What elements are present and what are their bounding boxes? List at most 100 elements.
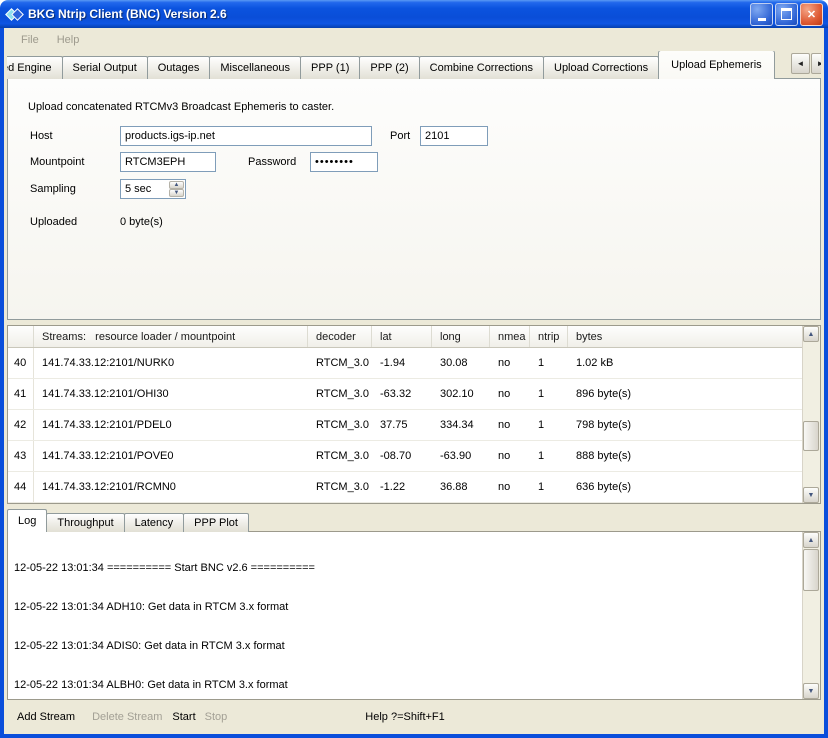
titlebar[interactable]: BKG Ntrip Client (BNC) Version 2.6 ✕ bbox=[0, 0, 828, 28]
minimize-button[interactable] bbox=[750, 3, 773, 26]
app-window: BKG Ntrip Client (BNC) Version 2.6 ✕ Fil… bbox=[0, 0, 828, 738]
password-input[interactable] bbox=[310, 152, 378, 172]
scrollbar-thumb[interactable] bbox=[803, 421, 819, 451]
sampling-label: Sampling bbox=[30, 183, 76, 195]
header-nmea[interactable]: nmea bbox=[490, 326, 530, 347]
tab-upload-corrections[interactable]: Upload Corrections bbox=[543, 56, 659, 79]
menu-file[interactable]: File bbox=[12, 32, 48, 48]
log-line: 12-05-22 13:01:34 ADIS0: Get data in RTC… bbox=[14, 640, 796, 653]
row-mountpoint: 141.74.33.12:2101/NURK0 bbox=[34, 348, 308, 378]
row-nmea: no bbox=[490, 410, 530, 440]
spin-up-icon: ▲ bbox=[174, 182, 180, 188]
tab-scroll-right-button[interactable]: ► bbox=[811, 53, 821, 74]
header-gutter bbox=[8, 326, 34, 347]
row-decoder: RTCM_3.0 bbox=[308, 472, 372, 502]
row-mountpoint: 141.74.33.12:2101/PDEL0 bbox=[34, 410, 308, 440]
menu-help[interactable]: Help bbox=[48, 32, 89, 48]
scroll-up-icon: ▲ bbox=[808, 331, 815, 338]
host-input[interactable] bbox=[120, 126, 372, 146]
stream-row[interactable]: 42 141.74.33.12:2101/PDEL0 RTCM_3.0 37.7… bbox=[8, 410, 803, 441]
row-long: 334.34 bbox=[432, 410, 490, 440]
tab-upload-ephemeris[interactable]: Upload Ephemeris bbox=[658, 51, 775, 79]
row-index: 43 bbox=[8, 441, 34, 471]
delete-stream-button[interactable]: Delete Stream bbox=[92, 711, 162, 723]
header-ntrip[interactable]: ntrip bbox=[530, 326, 568, 347]
close-button[interactable]: ✕ bbox=[800, 3, 823, 26]
stream-row[interactable]: 40 141.74.33.12:2101/NURK0 RTCM_3.0 -1.9… bbox=[8, 348, 803, 379]
uploaded-label: Uploaded bbox=[30, 216, 77, 228]
tab-log[interactable]: Log bbox=[7, 509, 47, 532]
scroll-down-button[interactable]: ▼ bbox=[803, 683, 819, 699]
port-input[interactable] bbox=[420, 126, 488, 146]
log-scrollbar[interactable]: ▲ ▼ bbox=[802, 532, 820, 699]
upload-ephemeris-panel: Upload concatenated RTCMv3 Broadcast Eph… bbox=[7, 78, 821, 320]
port-label: Port bbox=[390, 130, 410, 142]
row-decoder: RTCM_3.0 bbox=[308, 348, 372, 378]
header-mountpoint[interactable]: Streams: resource loader / mountpoint bbox=[34, 326, 308, 347]
tab-latency[interactable]: Latency bbox=[124, 513, 185, 532]
tab-combine-corrections[interactable]: Combine Corrections bbox=[419, 56, 544, 79]
row-ntrip: 1 bbox=[530, 348, 568, 378]
tab-outages[interactable]: Outages bbox=[147, 56, 211, 79]
start-button[interactable]: Start bbox=[172, 711, 195, 723]
stream-row[interactable]: 43 141.74.33.12:2101/POVE0 RTCM_3.0 -08.… bbox=[8, 441, 803, 472]
header-bytes[interactable]: bytes bbox=[568, 326, 803, 347]
header-long[interactable]: long bbox=[432, 326, 490, 347]
log-line: 12-05-22 13:01:34 ALBH0: Get data in RTC… bbox=[14, 679, 796, 692]
arrow-right-icon: ► bbox=[817, 59, 821, 68]
add-stream-button[interactable]: Add Stream bbox=[17, 711, 75, 723]
row-bytes: 798 byte(s) bbox=[568, 410, 803, 440]
header-lat[interactable]: lat bbox=[372, 326, 432, 347]
row-ntrip: 1 bbox=[530, 472, 568, 502]
row-mountpoint: 141.74.33.12:2101/RCMN0 bbox=[34, 472, 308, 502]
row-lat: -1.94 bbox=[372, 348, 432, 378]
row-bytes: 896 byte(s) bbox=[568, 379, 803, 409]
tab-scroll-left-button[interactable]: ◄ bbox=[791, 53, 810, 74]
row-index: 44 bbox=[8, 472, 34, 502]
sampling-value: 5 sec bbox=[125, 183, 151, 195]
row-bytes: 888 byte(s) bbox=[568, 441, 803, 471]
maximize-button[interactable] bbox=[775, 3, 798, 26]
spin-down-icon: ▼ bbox=[174, 190, 180, 196]
row-index: 40 bbox=[8, 348, 34, 378]
row-long: -63.90 bbox=[432, 441, 490, 471]
tab-serial-output[interactable]: Serial Output bbox=[62, 56, 148, 79]
tab-miscellaneous[interactable]: Miscellaneous bbox=[209, 56, 301, 79]
spin-down-button[interactable]: ▼ bbox=[169, 189, 184, 197]
streams-table: Streams: resource loader / mountpoint de… bbox=[7, 325, 821, 504]
mountpoint-input[interactable] bbox=[120, 152, 216, 172]
scrollbar-thumb[interactable] bbox=[803, 549, 819, 591]
streams-scrollbar[interactable]: ▲ ▼ bbox=[802, 326, 820, 503]
row-bytes: 1.02 kB bbox=[568, 348, 803, 378]
row-index: 42 bbox=[8, 410, 34, 440]
stream-row[interactable]: 44 141.74.33.12:2101/RCMN0 RTCM_3.0 -1.2… bbox=[8, 472, 803, 503]
window-body: File Help ed Engine Serial Output Outage… bbox=[0, 28, 828, 738]
scroll-up-button[interactable]: ▲ bbox=[803, 532, 819, 548]
row-lat: -08.70 bbox=[372, 441, 432, 471]
row-index: 41 bbox=[8, 379, 34, 409]
scroll-down-icon: ▼ bbox=[808, 492, 815, 499]
stream-row[interactable]: 41 141.74.33.12:2101/OHI30 RTCM_3.0 -63.… bbox=[8, 379, 803, 410]
row-decoder: RTCM_3.0 bbox=[308, 379, 372, 409]
row-bytes: 636 byte(s) bbox=[568, 472, 803, 502]
header-decoder[interactable]: decoder bbox=[308, 326, 372, 347]
sampling-spin-buttons: ▲ ▼ bbox=[169, 181, 184, 197]
sampling-spinner[interactable]: 5 sec ▲ ▼ bbox=[120, 179, 186, 199]
row-long: 36.88 bbox=[432, 472, 490, 502]
tab-ppp-plot[interactable]: PPP Plot bbox=[183, 513, 249, 532]
scroll-down-button[interactable]: ▼ bbox=[803, 487, 819, 503]
row-nmea: no bbox=[490, 472, 530, 502]
tab-throughput[interactable]: Throughput bbox=[46, 513, 124, 532]
tab-feed-engine[interactable]: ed Engine bbox=[7, 56, 63, 79]
tab-ppp-1[interactable]: PPP (1) bbox=[300, 56, 360, 79]
spin-up-button[interactable]: ▲ bbox=[169, 181, 184, 189]
tab-ppp-2[interactable]: PPP (2) bbox=[359, 56, 419, 79]
scroll-up-button[interactable]: ▲ bbox=[803, 326, 819, 342]
bottom-tab-bar: Log Throughput Latency PPP Plot bbox=[7, 510, 821, 532]
row-long: 30.08 bbox=[432, 348, 490, 378]
row-nmea: no bbox=[490, 379, 530, 409]
log-line: 12-05-22 13:01:34 ========== Start BNC v… bbox=[14, 562, 796, 575]
log-panel[interactable]: 12-05-22 13:01:34 ========== Start BNC v… bbox=[7, 531, 821, 700]
stop-button[interactable]: Stop bbox=[205, 711, 228, 723]
row-lat: 37.75 bbox=[372, 410, 432, 440]
